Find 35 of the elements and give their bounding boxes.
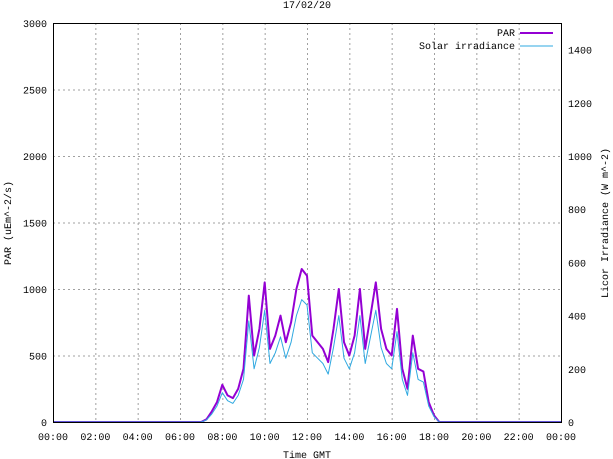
axis-tick-label: 1200 bbox=[568, 100, 592, 111]
axis-tick-label: 18:00 bbox=[419, 433, 449, 444]
axis-tick-label: 1500 bbox=[22, 220, 47, 230]
axis-tick-label: 200 bbox=[568, 366, 586, 377]
axis-tick-label: 00:00 bbox=[546, 433, 576, 444]
axis-tick-label: 2000 bbox=[22, 153, 47, 164]
axis-tick-label: 16:00 bbox=[376, 433, 407, 444]
legend-label: PAR bbox=[496, 29, 515, 40]
axis-tick-label: 500 bbox=[28, 352, 47, 364]
axis-tick-label: 800 bbox=[568, 206, 586, 218]
axis-tick-label: 2500 bbox=[22, 86, 47, 98]
axis-tick-label: 20:00 bbox=[461, 433, 492, 444]
y-axis-title: PAR (uEm^-2/s) bbox=[4, 181, 15, 265]
axis-tick-label: 1000 bbox=[22, 286, 47, 297]
axis-tick-label: 12:00 bbox=[292, 433, 322, 444]
legend-label: Solar irradiance bbox=[418, 42, 515, 53]
x-axis-title: Time GMT bbox=[283, 451, 331, 459]
axis-tick-label: 3000 bbox=[22, 20, 47, 31]
axis-tick-label: 02:00 bbox=[80, 433, 110, 444]
axis-tick-label: 22:00 bbox=[504, 433, 534, 444]
axis-tick-label: 14:00 bbox=[334, 433, 364, 444]
axis-tick-label: 1400 bbox=[568, 46, 592, 58]
axis-tick-label: 600 bbox=[568, 259, 586, 270]
axis-tick-label: 00:00 bbox=[38, 433, 68, 444]
axis-tick-label: 10:00 bbox=[250, 433, 280, 444]
axis-tick-label: 04:00 bbox=[122, 433, 153, 444]
axis-tick-label: 1000 bbox=[568, 153, 592, 164]
axis-tick-label: 400 bbox=[568, 312, 586, 324]
axis-tick-label: 0 bbox=[40, 419, 47, 430]
chart-title: 17/02/20 bbox=[283, 1, 331, 12]
legend-line-sample bbox=[520, 32, 553, 34]
axis-tick-label: 0 bbox=[568, 419, 574, 430]
axis-tick-label: 06:00 bbox=[165, 433, 195, 444]
y2-axis-title: Licor Irradiance (W m^-2) bbox=[601, 148, 612, 298]
axis-tick-label: 08:00 bbox=[207, 433, 238, 444]
